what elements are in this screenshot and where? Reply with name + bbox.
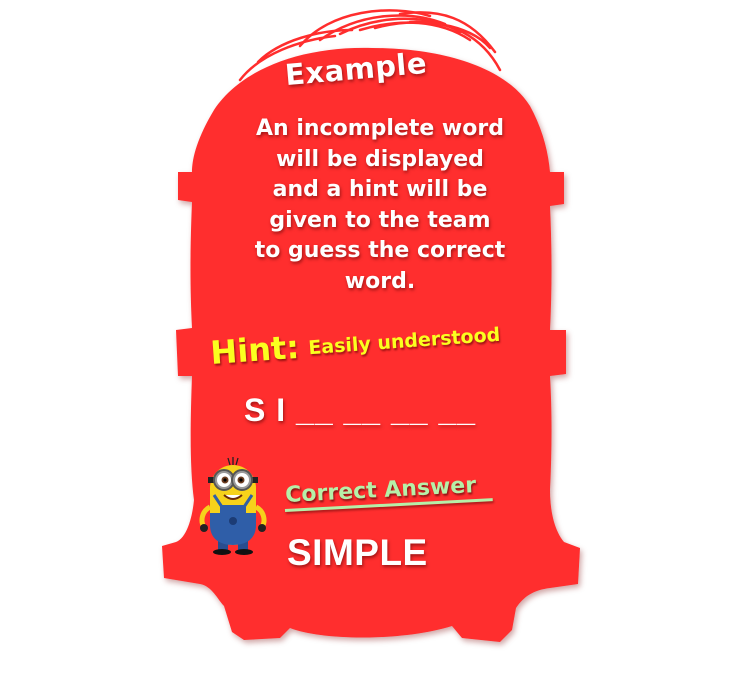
- minion-icon: [199, 457, 267, 555]
- incomplete-word: S I __ __ __ __: [244, 392, 477, 428]
- answer-word: SIMPLE: [287, 532, 428, 573]
- hint-label: Hint:: [209, 327, 301, 373]
- hint-text: Easily understood: [307, 323, 501, 360]
- instruction-text: An incomplete word will be displayed and…: [254, 116, 506, 294]
